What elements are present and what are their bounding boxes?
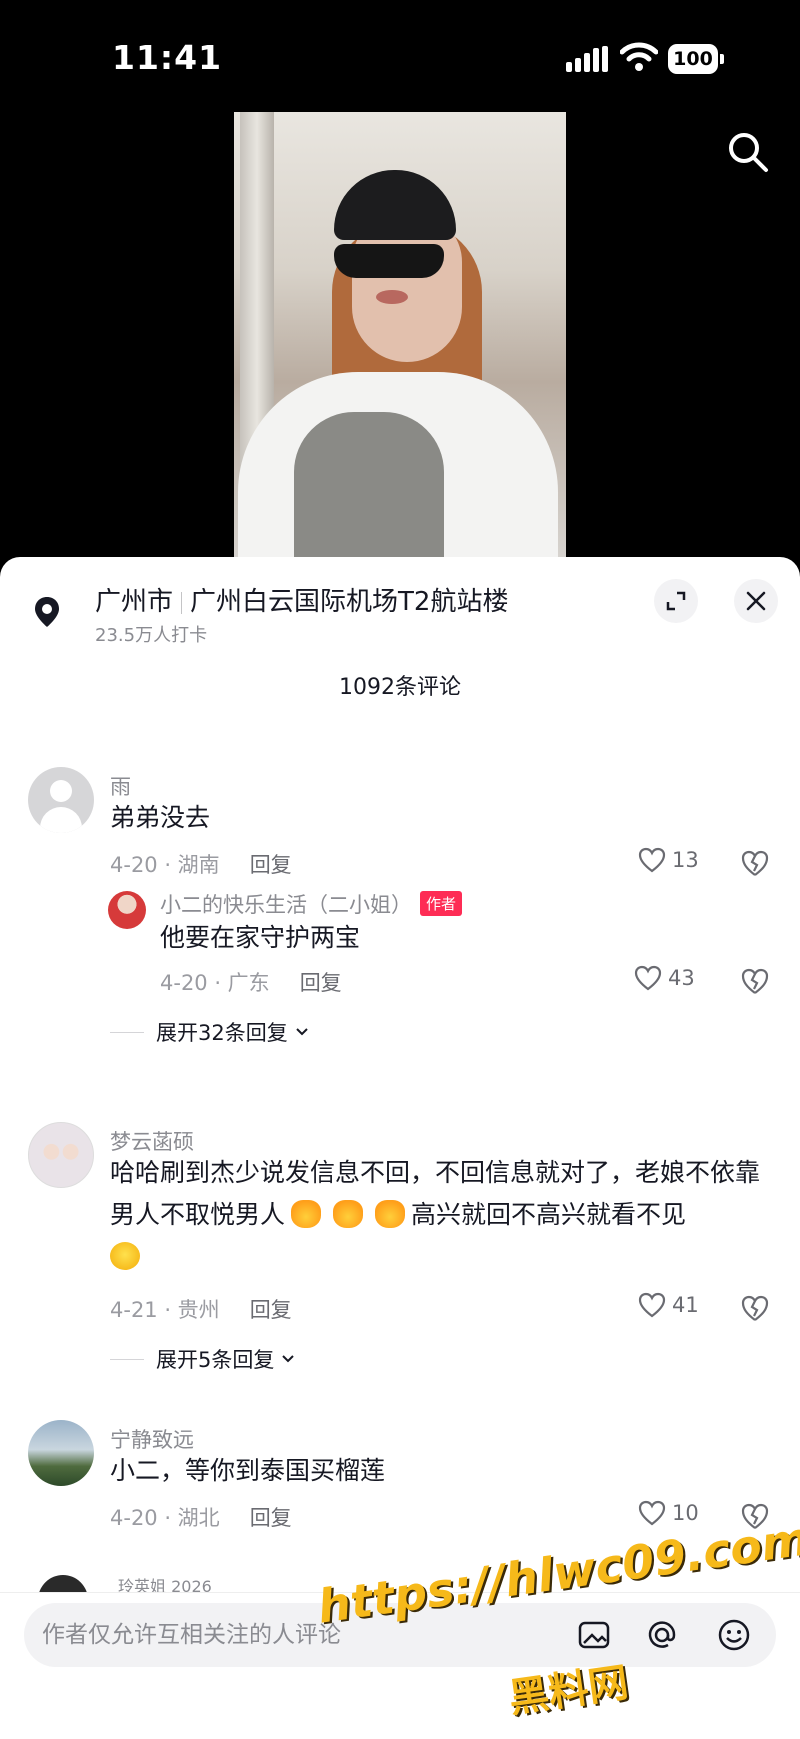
comment-text: 弟弟没去	[110, 803, 211, 832]
like-button[interactable]: 41	[638, 1292, 699, 1318]
expand-button[interactable]	[654, 579, 698, 623]
search-icon[interactable]	[726, 130, 770, 174]
video-thumbnail[interactable]	[234, 112, 566, 562]
reply-username[interactable]: 小二的快乐生活（二小姐） 作者	[160, 889, 463, 919]
comment-item: 雨 弟弟没去 4-20 · 湖南 回复 13 小二的快乐生活（二小姐） 作者 他要在…	[0, 767, 800, 1057]
reply-button[interactable]: 回复	[300, 971, 342, 995]
comment-text: 小二，等你到泰国买榴莲	[110, 1456, 386, 1485]
heart-icon	[638, 1292, 666, 1318]
battery-level: 100	[668, 44, 718, 74]
broken-heart-icon[interactable]	[740, 967, 770, 995]
reply-text: 他要在家守护两宝	[160, 923, 361, 952]
close-icon	[746, 591, 766, 611]
like-button[interactable]: 10	[638, 1500, 699, 1526]
wifi-icon	[620, 42, 658, 71]
expand-replies-button[interactable]: 展开32条回复	[110, 1017, 310, 1047]
like-count: 41	[672, 1293, 699, 1317]
like-count: 10	[672, 1501, 699, 1525]
signal-icon	[566, 46, 608, 72]
comment-count: 1092条评论	[339, 675, 461, 700]
avatar[interactable]	[28, 1122, 94, 1188]
reply-button[interactable]: 回复	[250, 853, 292, 877]
location-checkins: 23.5万人打卡	[95, 625, 208, 646]
comment-text: 哈哈刷到杰少说发信息不回，不回信息就对了，老娘不依靠男人不取悦男人 高兴就回不高兴…	[110, 1152, 770, 1278]
avatar[interactable]	[28, 1420, 94, 1486]
heart-icon	[634, 965, 662, 991]
broken-heart-icon[interactable]	[740, 1294, 770, 1322]
comment-date-region: 4-20 · 湖北	[110, 1506, 220, 1530]
close-button[interactable]	[734, 579, 778, 623]
heart-icon	[638, 1500, 666, 1526]
comment-date-region: 4-20 · 湖南	[110, 853, 220, 877]
like-button[interactable]: 43	[634, 965, 695, 991]
comment-meta: 4-20 · 湖南 回复	[110, 849, 292, 879]
thumbs-up-emoji-icon	[333, 1200, 364, 1228]
like-count: 13	[672, 848, 699, 872]
location-pin-icon	[35, 597, 59, 627]
reply-button[interactable]: 回复	[250, 1298, 292, 1322]
chevron-down-icon	[282, 1355, 295, 1363]
author-badge: 作者	[420, 891, 463, 916]
comment-meta: 4-20 · 湖北 回复	[110, 1502, 292, 1532]
battery-icon: 100	[668, 44, 724, 74]
reply-date-region: 4-20 · 广东	[160, 971, 270, 995]
chevron-down-icon	[296, 1028, 308, 1036]
comment-text-part2: 高兴就回不高兴就看不见	[411, 1200, 687, 1229]
thumbs-up-emoji-icon	[291, 1200, 322, 1228]
comment-item: 梦云菡硕 哈哈刷到杰少说发信息不回，不回信息就对了，老娘不依靠男人不取悦男人 高兴…	[0, 1122, 800, 1372]
watermark-name: 黑料网	[505, 1659, 632, 1723]
location-city: 广州市	[95, 587, 174, 617]
reply-button[interactable]: 回复	[250, 1506, 292, 1530]
status-time: 11:41	[112, 38, 223, 77]
expand-replies-button[interactable]: 展开5条回复	[110, 1344, 296, 1374]
expand-replies-label: 展开5条回复	[156, 1348, 275, 1372]
like-button[interactable]: 13	[638, 847, 699, 873]
grin-emoji-icon	[110, 1242, 140, 1270]
status-bar: 11:41 100	[0, 0, 800, 112]
reply-avatar[interactable]	[108, 891, 146, 929]
reply-meta: 4-20 · 广东 回复	[160, 967, 342, 997]
thumbs-up-emoji-icon	[375, 1200, 406, 1228]
heart-icon	[638, 847, 666, 873]
broken-heart-icon[interactable]	[740, 849, 770, 877]
like-count: 43	[668, 966, 695, 990]
comment-meta: 4-21 · 贵州 回复	[110, 1294, 292, 1324]
comment-item: 宁静致远 小二，等你到泰国买榴莲 4-20 · 湖北 回复 10	[0, 1420, 800, 1540]
reply-username-text: 小二的快乐生活（二小姐）	[160, 893, 412, 917]
expand-icon	[666, 591, 686, 611]
expand-replies-label: 展开32条回复	[156, 1021, 288, 1045]
watermark: https://hlwc09.com 黑料网	[314, 1511, 800, 1730]
comment-date-region: 4-21 · 贵州	[110, 1298, 220, 1322]
avatar[interactable]	[28, 767, 94, 833]
location-title[interactable]: 广州市 广州白云国际机场T2航站楼	[95, 581, 508, 618]
location-place: 广州白云国际机场T2航站楼	[190, 587, 509, 617]
